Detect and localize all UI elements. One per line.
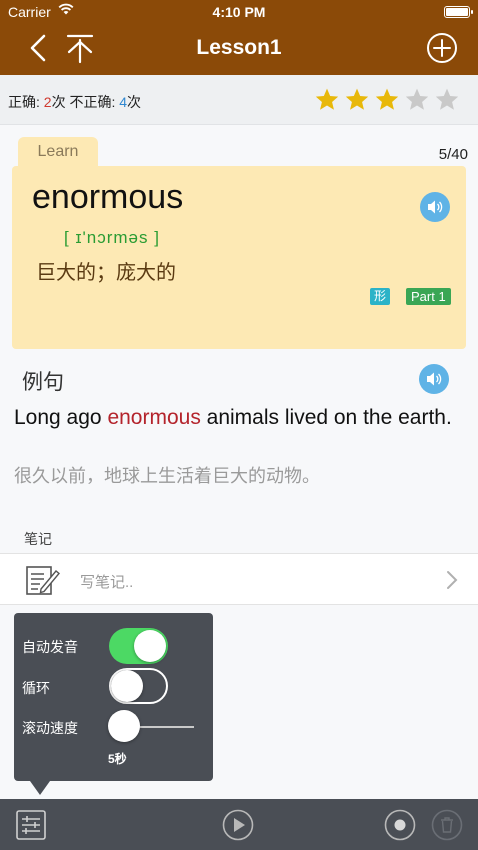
settings-popover: 自动发音 循环 滚动速度 5秒 [14,613,213,781]
chevron-right-icon [447,571,458,589]
example-en-after: animals lived on the earth. [200,406,452,429]
correct-label: 正确: [8,94,44,110]
loop-label: 循环 [22,680,50,696]
example-en-highlight: enormous [107,406,201,429]
toggle-knob [111,670,143,702]
loop-toggle[interactable] [109,668,168,704]
back-chevron-icon[interactable] [22,30,58,66]
bottom-toolbar [0,799,478,850]
scroll-speed-value: 5秒 [108,752,127,766]
part-badge: Part 1 [406,288,451,305]
word-card: enormous [ ɪ'nɔrməs ] 巨大的；庞大的 形 Part 1 [12,166,466,349]
example-en-before: Long ago [14,406,108,429]
top-bar: Carrier 4:10 PM Lesson1 [0,0,478,75]
note-placeholder: 写笔记.. [80,574,134,591]
incorrect-unit: 次 [127,94,142,110]
trash-icon[interactable] [430,808,464,842]
rating-stars[interactable] [314,87,460,113]
word-phonetic: [ ɪ'nɔrməs ] [64,228,160,247]
scroll-speed-slider[interactable] [108,710,140,742]
answer-stats: 正确: 2次 不正确: 4次 [8,92,141,112]
notes-row[interactable]: 写笔记.. [0,553,478,605]
status-time: 4:10 PM [212,4,266,20]
plus-circle-icon[interactable] [426,32,458,64]
auto-pronounce-label: 自动发音 [22,639,78,655]
star-filled-icon[interactable] [314,87,340,113]
star-filled-icon[interactable] [344,87,370,113]
learn-tab[interactable]: Learn [18,137,98,169]
notes-label: 笔记 [24,531,52,547]
battery-icon [444,6,473,18]
word-progress: 5/40 [438,146,468,163]
incorrect-count: 4 [119,94,128,110]
popover-arrow [30,781,50,795]
speaker-icon[interactable] [419,191,451,223]
note-pencil-icon [26,566,60,595]
example-speaker-icon[interactable] [418,363,450,395]
word-meaning: 巨大的；庞大的 [36,262,176,284]
toggle-knob [134,630,166,662]
star-empty-icon[interactable] [434,87,460,113]
auto-pronounce-toggle[interactable] [109,628,168,664]
play-icon[interactable] [221,808,255,842]
part-of-speech-badge: 形 [370,288,391,305]
incorrect-label: 不正确: [69,94,120,110]
status-bar: Carrier 4:10 PM [0,0,478,24]
arrow-down-icon[interactable] [62,30,98,66]
record-icon[interactable] [383,808,417,842]
example-heading: 例句 [22,371,64,394]
scroll-speed-label: 滚动速度 [22,720,78,736]
example-english: Long ago enormous animals lived on the e… [14,404,468,431]
correct-count: 2 [43,94,52,110]
star-empty-icon[interactable] [404,87,430,113]
word-text: enormous [32,178,184,216]
correct-unit: 次 [51,94,70,110]
example-chinese: 很久以前，地球上生活着巨大的动物。 [14,466,320,486]
sliders-icon[interactable] [14,808,48,842]
star-filled-icon[interactable] [374,87,400,113]
stats-row: 正确: 2次 不正确: 4次 [0,75,478,125]
